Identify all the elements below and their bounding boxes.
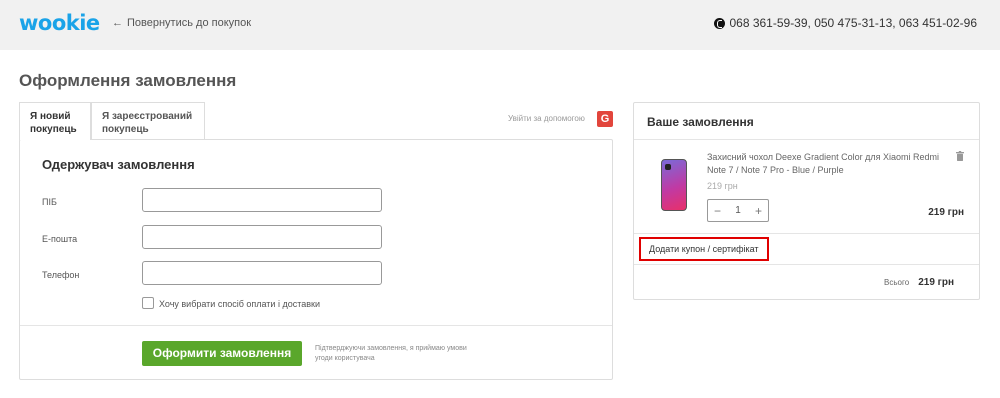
add-coupon-link[interactable]: Додати купон / сертифікат: [639, 237, 769, 261]
phone-label: Телефон: [42, 270, 80, 280]
total-label: Всього: [884, 278, 910, 287]
plus-icon[interactable]: +: [755, 204, 762, 218]
phone-input[interactable]: [142, 261, 382, 285]
customer-tabs: Я новий покупець Я зареєстрований покупе…: [19, 102, 205, 140]
minus-icon[interactable]: −: [714, 204, 721, 218]
recipient-form: Одержувач замовлення ПІБ E-пошта Телефон…: [19, 139, 613, 380]
site-logo[interactable]: wookie: [19, 11, 100, 35]
order-divider: [634, 139, 979, 140]
choose-payment-delivery-label[interactable]: Хочу вибрати спосіб оплати і доставки: [159, 299, 320, 309]
back-to-shopping-link[interactable]: ← Повернутись до покупок: [112, 17, 251, 29]
quantity-value[interactable]: 1: [735, 205, 741, 216]
phones: 068 361-59-39, 050 475-31-13, 063 451-02…: [714, 16, 977, 30]
full-name-input[interactable]: [142, 188, 382, 212]
full-name-label: ПІБ: [42, 197, 57, 207]
phone-numbers: 068 361-59-39, 050 475-31-13, 063 451-02…: [729, 16, 977, 30]
order-divider: [634, 233, 979, 234]
tab-registered-customer[interactable]: Я зареєстрований покупець: [91, 102, 205, 140]
place-order-button[interactable]: Оформити замовлення: [142, 341, 302, 366]
google-icon[interactable]: G: [597, 111, 613, 127]
choose-payment-delivery-checkbox[interactable]: [142, 297, 154, 309]
tab-new-customer[interactable]: Я новий покупець: [19, 102, 91, 140]
order-summary-title: Ваше замовлення: [647, 115, 754, 129]
product-name[interactable]: Захисний чохол Deexe Gradient Color для …: [707, 151, 952, 177]
order-summary: Ваше замовлення Захисний чохол Deexe Gra…: [633, 102, 980, 300]
trash-icon[interactable]: [956, 151, 964, 161]
back-to-shopping-label: Повернутись до покупок: [127, 17, 252, 29]
email-label: E-пошта: [42, 234, 78, 244]
email-input[interactable]: [142, 225, 382, 249]
login-with-label: Увійти за допомогою: [508, 114, 585, 123]
quantity-stepper[interactable]: − 1 +: [707, 199, 769, 222]
line-total: 219 грн: [928, 207, 964, 218]
terms-note: Підтверджуючи замовлення, я приймаю умов…: [315, 345, 467, 362]
recipient-section-title: Одержувач замовлення: [42, 157, 195, 172]
order-divider: [634, 264, 979, 265]
top-bar: wookie ← Повернутись до покупок 068 361-…: [0, 0, 1000, 50]
total-value: 219 грн: [918, 277, 954, 288]
form-divider: [20, 325, 612, 326]
arrow-left-icon: ←: [112, 17, 123, 29]
product-unit-price: 219 грн: [707, 181, 738, 191]
phone-icon: [714, 17, 726, 29]
product-image[interactable]: [661, 159, 687, 211]
page-title: Оформлення замовлення: [19, 71, 237, 90]
